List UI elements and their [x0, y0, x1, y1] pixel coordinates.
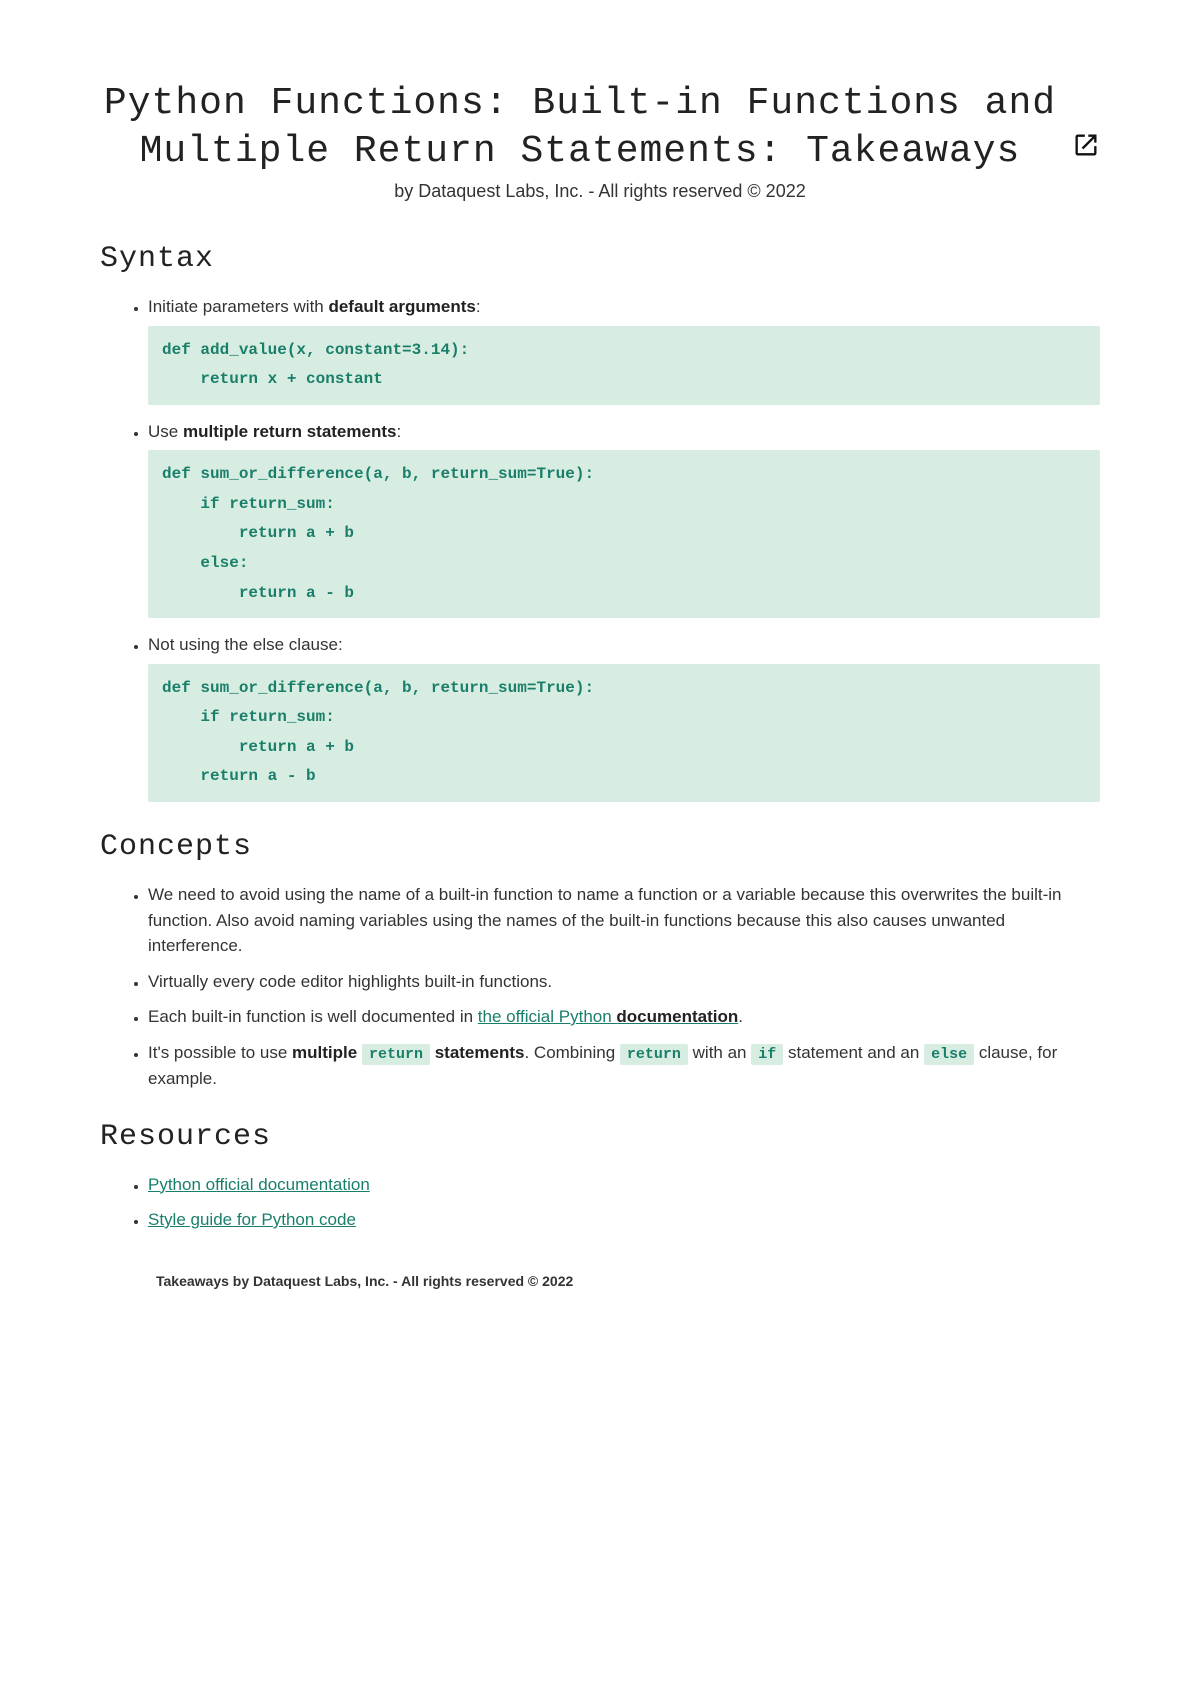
share-icon[interactable] [1072, 131, 1100, 159]
list-item: Style guide for Python code [148, 1207, 1100, 1233]
section-heading-resources: Resources [100, 1120, 1100, 1154]
inline-code: else [924, 1044, 974, 1065]
byline: by Dataquest Labs, Inc. - All rights res… [100, 181, 1100, 202]
text: It's possible to use [148, 1043, 292, 1062]
code-block: def add_value(x, constant=3.14): return … [148, 326, 1100, 405]
page-container: Python Functions: Built-in Functions and… [0, 0, 1200, 1349]
list-item: Use multiple return statements: def sum_… [148, 419, 1100, 618]
inline-code: return [620, 1044, 688, 1065]
code-block: def sum_or_difference(a, b, return_sum=T… [148, 664, 1100, 802]
text: : [396, 422, 401, 441]
list-item: We need to avoid using the name of a bui… [148, 882, 1100, 959]
section-heading-concepts: Concepts [100, 830, 1100, 864]
link-text: the official Python [478, 1007, 617, 1026]
text: statement and an [783, 1043, 924, 1062]
bold-text: multiple [292, 1043, 357, 1062]
header-text: Python Functions: Built-in Functions and… [100, 80, 1060, 181]
text: Each built-in function is well documente… [148, 1007, 478, 1026]
code-block: def sum_or_difference(a, b, return_sum=T… [148, 450, 1100, 618]
list-item: It's possible to use multiple return sta… [148, 1040, 1100, 1092]
list-item: Python official documentation [148, 1172, 1100, 1198]
text: Initiate parameters with [148, 297, 328, 316]
page-title: Python Functions: Built-in Functions and… [100, 80, 1060, 175]
text: Not using the else clause: [148, 635, 343, 654]
link-bold: documentation [616, 1007, 738, 1026]
text: . Combining [524, 1043, 619, 1062]
python-docs-link[interactable]: the official Python documentation [478, 1007, 738, 1026]
bold-text: default arguments [328, 297, 475, 316]
text: : [476, 297, 481, 316]
inline-code: if [751, 1044, 783, 1065]
section-heading-syntax: Syntax [100, 242, 1100, 276]
text: . [738, 1007, 743, 1026]
text: Use [148, 422, 183, 441]
list-item: Initiate parameters with default argumen… [148, 294, 1100, 405]
resources-list: Python official documentation Style guid… [100, 1172, 1100, 1233]
list-item: Each built-in function is well documente… [148, 1004, 1100, 1030]
resource-link-style-guide[interactable]: Style guide for Python code [148, 1210, 356, 1229]
footer-text: Takeaways by Dataquest Labs, Inc. - All … [156, 1273, 1100, 1289]
list-item: Not using the else clause: def sum_or_di… [148, 632, 1100, 802]
concepts-list: We need to avoid using the name of a bui… [100, 882, 1100, 1092]
bold-text: multiple return statements [183, 422, 397, 441]
syntax-list: Initiate parameters with default argumen… [100, 294, 1100, 802]
list-item: Virtually every code editor highlights b… [148, 969, 1100, 995]
inline-code: return [362, 1044, 430, 1065]
bold-text: statements [435, 1043, 525, 1062]
header-row: Python Functions: Built-in Functions and… [100, 80, 1100, 181]
resource-link-official-docs[interactable]: Python official documentation [148, 1175, 370, 1194]
text: with an [688, 1043, 751, 1062]
